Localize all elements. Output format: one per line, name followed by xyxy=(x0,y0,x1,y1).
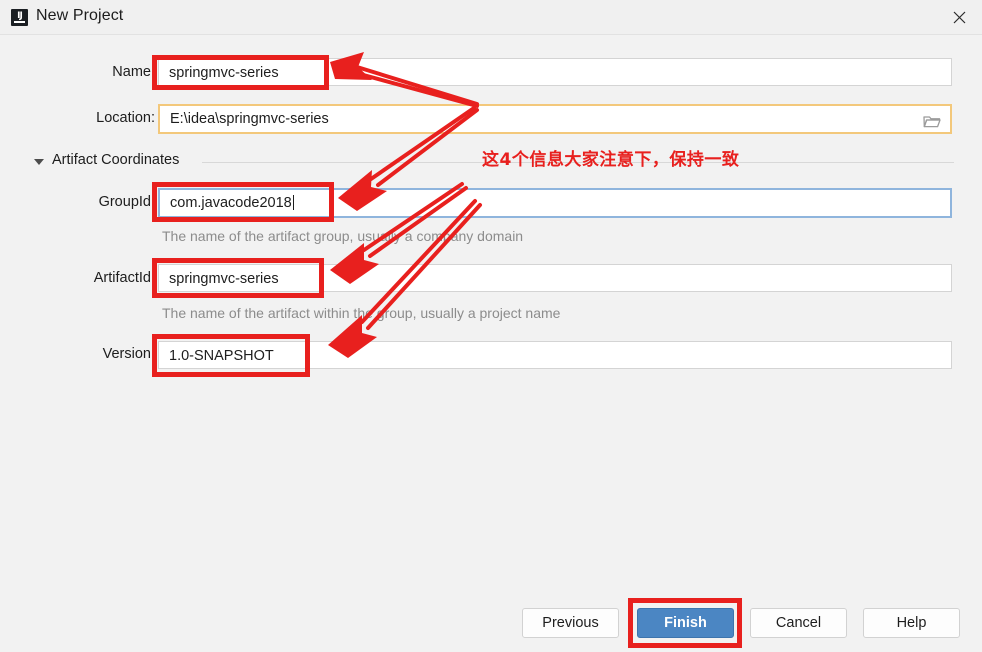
intellij-idea-icon: IJ xyxy=(11,9,28,26)
new-project-dialog: IJ New Project Name: springmvc-series Lo… xyxy=(0,0,982,652)
artifactid-input[interactable]: springmvc-series xyxy=(158,264,952,292)
window-title: New Project xyxy=(36,7,124,24)
previous-button[interactable]: Previous xyxy=(522,608,619,638)
groupid-label: GroupId: xyxy=(98,194,155,210)
name-input[interactable]: springmvc-series xyxy=(158,58,952,86)
chevron-down-icon[interactable] xyxy=(34,159,44,165)
finish-button[interactable]: Finish xyxy=(637,608,734,638)
version-input-value: 1.0-SNAPSHOT xyxy=(169,348,274,364)
groupid-hint: The name of the artifact group, usually … xyxy=(162,228,524,244)
groupid-input[interactable]: com.javacode2018 xyxy=(158,188,952,218)
cancel-button[interactable]: Cancel xyxy=(750,608,847,638)
artifact-coordinates-label: Artifact Coordinates xyxy=(52,152,180,168)
version-input[interactable]: 1.0-SNAPSHOT xyxy=(158,341,952,369)
annotation-arrows xyxy=(328,52,482,358)
help-button[interactable]: Help xyxy=(863,608,960,638)
version-label: Version: xyxy=(102,346,155,362)
name-input-value: springmvc-series xyxy=(169,65,279,81)
text-caret xyxy=(292,195,294,210)
artifactid-input-value: springmvc-series xyxy=(169,271,279,287)
groupid-input-value: com.javacode2018 xyxy=(170,195,292,211)
close-icon[interactable] xyxy=(936,0,982,34)
artifactid-hint: The name of the artifact within the grou… xyxy=(162,305,561,321)
location-label: Location: xyxy=(96,110,155,126)
title-bar: IJ New Project xyxy=(0,0,982,35)
location-input[interactable]: E:\idea\springmvc-series xyxy=(158,104,952,134)
annotation-note: 这4个信息大家注意下，保持一致 xyxy=(482,150,740,170)
name-label: Name: xyxy=(112,64,155,80)
artifactid-label: ArtifactId: xyxy=(93,270,155,286)
location-input-value: E:\idea\springmvc-series xyxy=(170,111,329,127)
folder-icon[interactable] xyxy=(923,112,941,128)
